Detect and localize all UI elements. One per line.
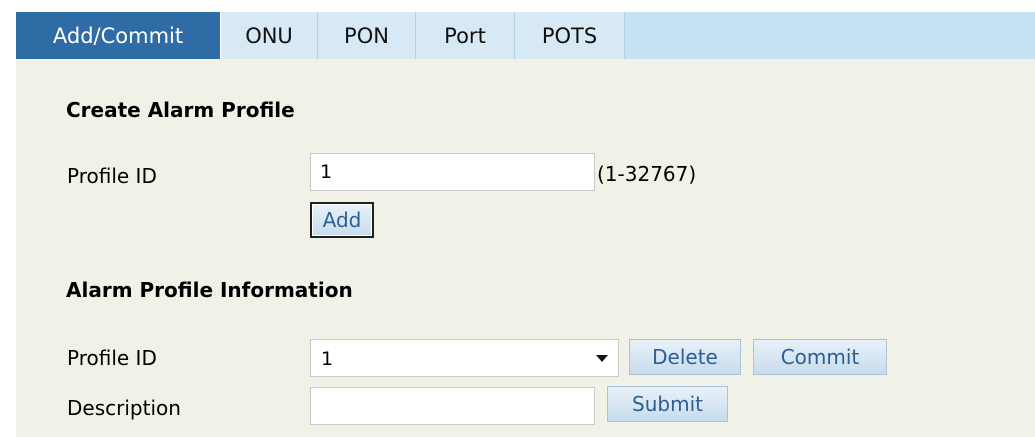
- chevron-down-icon: [596, 355, 608, 362]
- description-label: Description: [67, 396, 181, 420]
- tab-bar: Add/Commit ONU PON Port POTS: [16, 12, 1035, 59]
- delete-button[interactable]: Delete: [629, 339, 741, 375]
- profile-id-select[interactable]: 1: [310, 339, 619, 377]
- tab-port[interactable]: Port: [416, 12, 515, 59]
- tab-pon[interactable]: PON: [318, 12, 416, 59]
- commit-button[interactable]: Commit: [753, 339, 887, 375]
- create-alarm-profile-heading: Create Alarm Profile: [66, 98, 295, 122]
- create-profile-id-input[interactable]: [310, 153, 595, 191]
- info-profile-id-label: Profile ID: [67, 346, 157, 370]
- alarm-profile-panel: Add/Commit ONU PON Port POTS Create Alar…: [16, 12, 1035, 437]
- tab-add-commit[interactable]: Add/Commit: [16, 12, 221, 59]
- description-input[interactable]: [310, 387, 595, 425]
- profile-id-range-hint: (1-32767): [597, 162, 697, 186]
- add-button[interactable]: Add: [310, 202, 374, 238]
- submit-button[interactable]: Submit: [607, 386, 728, 422]
- create-profile-id-label: Profile ID: [67, 164, 157, 188]
- tab-onu[interactable]: ONU: [221, 12, 318, 59]
- alarm-profile-information-heading: Alarm Profile Information: [66, 278, 353, 302]
- profile-id-select-value: 1: [321, 348, 334, 370]
- tab-pots[interactable]: POTS: [515, 12, 625, 59]
